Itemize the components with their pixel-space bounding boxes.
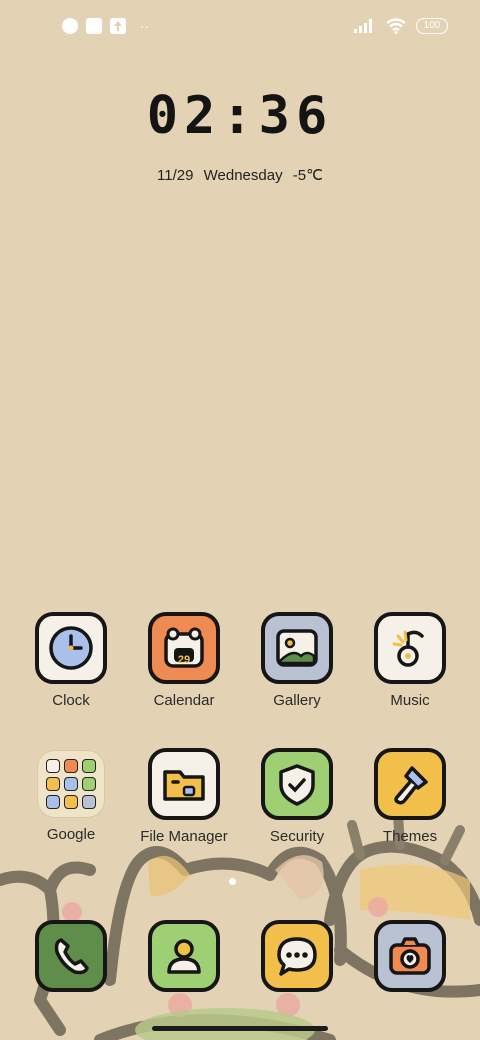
gallery-icon — [261, 612, 333, 684]
clock-widget-time[interactable]: 02:36 — [0, 86, 480, 146]
phone-icon — [35, 920, 107, 992]
app-label: Google — [46, 826, 96, 843]
weekday-text: Wednesday — [203, 167, 283, 184]
music-icon — [374, 612, 446, 684]
signal-icon — [354, 19, 372, 33]
dock-messages[interactable] — [237, 920, 357, 992]
home-gesture-bar[interactable] — [152, 1026, 328, 1031]
wifi-icon — [386, 18, 406, 34]
dock-contacts[interactable] — [124, 920, 244, 992]
date-weather-line[interactable]: 11/29 Wednesday -5℃ — [0, 166, 480, 184]
app-label: Calendar — [153, 692, 215, 709]
square-notification-icon — [86, 18, 102, 34]
app-label: Gallery — [273, 692, 321, 709]
status-bar: ·· 100 — [0, 0, 480, 56]
clock-icon — [35, 612, 107, 684]
battery-icon: 100 — [416, 18, 448, 34]
paint-brush-icon — [374, 748, 446, 820]
camera-icon — [374, 920, 446, 992]
app-label: Music — [390, 692, 430, 709]
app-gallery[interactable]: Gallery — [237, 612, 357, 709]
folder-file-icon — [148, 748, 220, 820]
app-calendar[interactable]: 29 Calendar — [124, 612, 244, 709]
app-label: Security — [269, 828, 325, 845]
system-icons: 100 — [354, 18, 448, 34]
more-dots-icon: ·· — [140, 18, 150, 34]
folder-google[interactable]: Google — [11, 748, 131, 843]
app-clock[interactable]: Clock — [11, 612, 131, 709]
app-file-manager[interactable]: File Manager — [124, 748, 244, 845]
app-music[interactable]: Music — [350, 612, 470, 709]
temperature-text: -5℃ — [292, 167, 323, 184]
dock-camera[interactable] — [350, 920, 470, 992]
shield-icon — [261, 748, 333, 820]
upload-notification-icon — [110, 18, 126, 34]
contacts-icon — [148, 920, 220, 992]
dock-phone[interactable] — [11, 920, 131, 992]
date-text: 11/29 — [157, 167, 194, 184]
app-notification-icon — [62, 18, 78, 34]
page-indicator[interactable] — [229, 878, 236, 885]
message-icon — [261, 920, 333, 992]
app-label: File Manager — [140, 828, 228, 845]
notification-icons: ·· — [62, 18, 149, 34]
folder-icon — [37, 750, 105, 818]
app-security[interactable]: Security — [237, 748, 357, 845]
calendar-icon: 29 — [148, 612, 220, 684]
app-label: Themes — [382, 828, 438, 845]
calendar-day: 29 — [177, 654, 191, 666]
app-themes[interactable]: Themes — [350, 748, 470, 845]
app-label: Clock — [52, 692, 90, 709]
